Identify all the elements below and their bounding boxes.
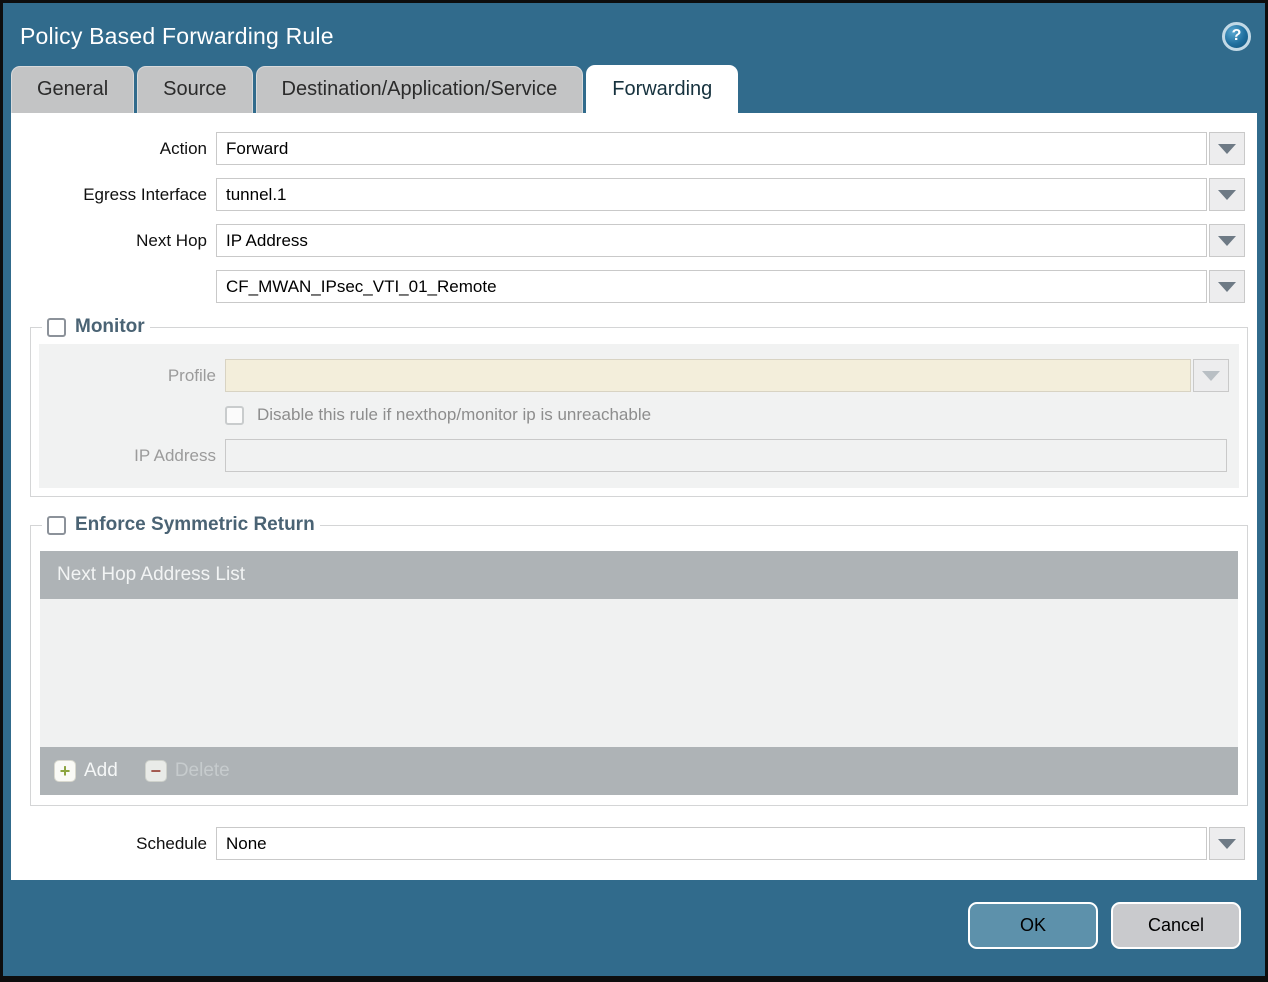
chevron-down-icon [1218, 838, 1236, 849]
symmetric-return-legend-label: Enforce Symmetric Return [75, 514, 315, 535]
next-hop-label: Next Hop [136, 230, 207, 250]
table-toolbar: + Add − Delete [40, 747, 1238, 795]
chevron-down-icon [1202, 370, 1220, 381]
schedule-select[interactable] [216, 827, 1207, 860]
schedule-dropdown-button[interactable] [1209, 827, 1245, 860]
dialog-footer: OK Cancel [3, 880, 1265, 976]
egress-interface-dropdown-button[interactable] [1209, 178, 1245, 211]
schedule-row: Schedule [11, 827, 1245, 860]
table-header: Next Hop Address List [40, 551, 1238, 599]
disable-rule-row: Disable this rule if nexthop/monitor ip … [225, 405, 1239, 425]
dialog-title: Policy Based Forwarding Rule [20, 22, 334, 49]
egress-interface-row: Egress Interface [11, 178, 1245, 211]
next-hop-address-list-table: Next Hop Address List + Add − Delete [40, 551, 1238, 795]
next-hop-row: Next Hop [11, 224, 1245, 257]
action-dropdown-button[interactable] [1209, 132, 1245, 165]
ok-button[interactable]: OK [968, 901, 1098, 949]
enforce-symmetric-return-section: Enforce Symmetric Return Next Hop Addres… [30, 514, 1248, 806]
action-label: Action [159, 138, 207, 158]
chevron-down-icon [1218, 143, 1236, 154]
delete-button: − Delete [144, 760, 230, 782]
egress-interface-select[interactable] [216, 178, 1207, 211]
help-icon[interactable]: ? [1222, 21, 1251, 51]
table-header-label: Next Hop Address List [57, 564, 245, 585]
disable-rule-label: Disable this rule if nexthop/monitor ip … [257, 405, 652, 424]
tab-source[interactable]: Source [137, 66, 253, 113]
monitor-ip-label: IP Address [134, 445, 216, 465]
enforce-symmetric-return-checkbox[interactable] [47, 515, 66, 535]
monitor-checkbox[interactable] [47, 317, 66, 337]
next-hop-type-select[interactable] [216, 224, 1207, 257]
chevron-down-icon [1218, 235, 1236, 246]
monitor-ip-row: IP Address [39, 439, 1229, 472]
add-button-label: Add [84, 760, 118, 781]
profile-label: Profile [167, 365, 216, 385]
minus-icon: − [144, 760, 167, 782]
monitor-ip-input [225, 439, 1227, 472]
tab-general[interactable]: General [11, 66, 135, 113]
chevron-down-icon [1218, 281, 1236, 292]
egress-interface-label: Egress Interface [83, 184, 207, 204]
add-button[interactable]: + Add [54, 760, 118, 782]
symmetric-return-legend: Enforce Symmetric Return [42, 514, 320, 536]
next-hop-address-dropdown-button[interactable] [1209, 270, 1245, 303]
next-hop-address-row [11, 270, 1245, 303]
next-hop-type-dropdown-button[interactable] [1209, 224, 1245, 257]
policy-forwarding-dialog: Policy Based Forwarding Rule ? General S… [0, 0, 1268, 982]
profile-row: Profile [39, 359, 1229, 392]
monitor-legend: Monitor [42, 316, 150, 338]
next-hop-address-select[interactable] [216, 270, 1207, 303]
action-row: Action [11, 132, 1245, 165]
tab-bar: General Source Destination/Application/S… [3, 65, 1265, 113]
forwarding-tab-panel: Action Egress Interface Next Hop [11, 113, 1257, 880]
chevron-down-icon [1218, 189, 1236, 200]
tab-destination-application-service[interactable]: Destination/Application/Service [255, 66, 584, 113]
monitor-legend-label: Monitor [75, 316, 145, 337]
tab-forwarding[interactable]: Forwarding [586, 65, 739, 113]
table-body-empty[interactable] [40, 599, 1238, 747]
plus-icon: + [54, 760, 76, 782]
profile-dropdown-button [1193, 359, 1229, 392]
monitor-panel: Profile Disable this rule if nexthop/mon… [39, 344, 1239, 488]
monitor-section: Monitor Profile Disable this rule if nex… [30, 316, 1248, 497]
delete-button-label: Delete [174, 760, 230, 781]
action-select[interactable] [216, 132, 1207, 165]
schedule-label: Schedule [136, 833, 207, 853]
dialog-titlebar: Policy Based Forwarding Rule ? [3, 3, 1265, 65]
profile-select [225, 359, 1191, 392]
disable-rule-checkbox [225, 405, 244, 425]
cancel-button[interactable]: Cancel [1111, 901, 1241, 949]
